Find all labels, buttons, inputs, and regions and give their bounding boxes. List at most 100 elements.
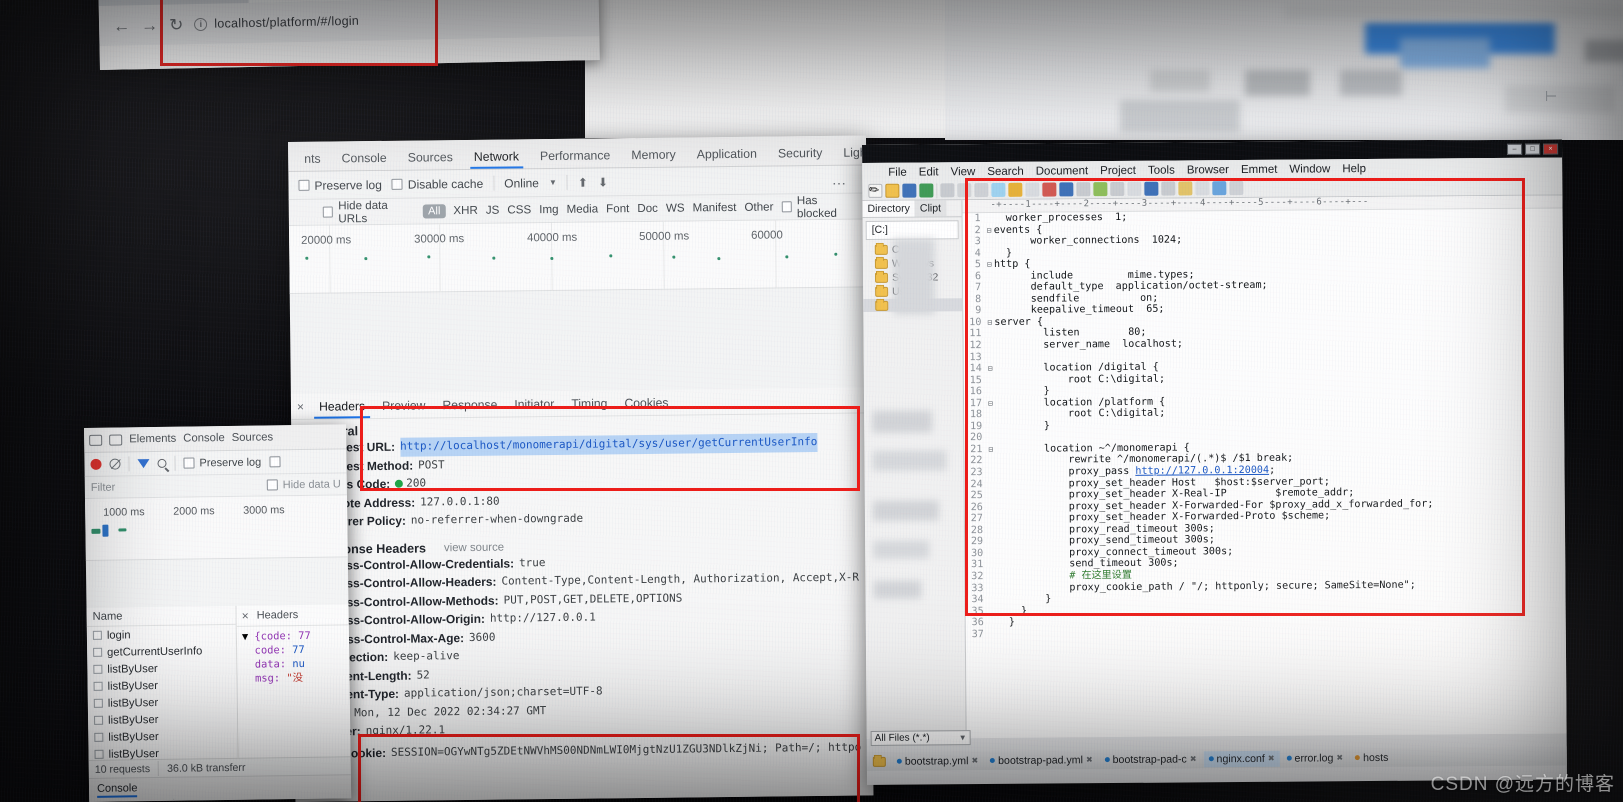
file-tab-bootstrap-yml[interactable]: bootstrap.yml ✖	[892, 753, 983, 770]
open-file-icon[interactable]	[885, 183, 900, 198]
drive-selector[interactable]: [C:]	[865, 220, 959, 240]
tab-headers[interactable]: Headers	[257, 609, 299, 622]
download-arrow-icon[interactable]: ⬇	[598, 175, 608, 189]
file-filter-dropdown[interactable]: All Files (*.*) ▼	[870, 730, 971, 746]
tab-application[interactable]: Application	[687, 141, 767, 167]
menu-view[interactable]: View	[951, 166, 976, 178]
tab-performance[interactable]: Performance	[530, 142, 621, 168]
devtools2-timeline[interactable]: 1000 ms 2000 ms 3000 ms	[84, 495, 348, 561]
list-item[interactable]: listByUser	[88, 693, 237, 712]
tab-elements[interactable]: Elements	[129, 433, 176, 446]
close-icon[interactable]: ✖	[1268, 754, 1275, 763]
menu-edit[interactable]: Edit	[919, 166, 939, 178]
tab-console[interactable]: Console	[183, 432, 225, 445]
tab-console-drawer[interactable]: Console	[89, 779, 146, 798]
tab-sources[interactable]: Sources	[398, 144, 463, 170]
preserve-log-checkbox[interactable]: Preserve log	[183, 456, 261, 469]
close-icon[interactable]: ✖	[971, 756, 978, 765]
close-icon[interactable]: ✖	[1190, 754, 1197, 763]
fold-toggle-icon[interactable]: ⊟	[985, 259, 994, 271]
maximize-button[interactable]: □	[1525, 143, 1541, 155]
tab-directory[interactable]: Directory	[862, 200, 915, 217]
overflow-menu-icon[interactable]: ⋯	[832, 175, 848, 192]
zoom-out-icon[interactable]	[1110, 181, 1125, 197]
tab-elements[interactable]: nts	[294, 146, 331, 171]
macro-play-icon[interactable]	[1195, 181, 1210, 196]
view-source-link[interactable]: view source	[444, 541, 504, 554]
list-item[interactable]: listByUser	[87, 659, 236, 678]
indent-guide-icon[interactable]	[1161, 181, 1176, 196]
list-item[interactable]: getCurrentUserInfo	[87, 642, 236, 661]
code-editor[interactable]: -+----1----+----2----+----3----+----4---…	[962, 195, 1567, 739]
disable-cache-checkbox[interactable]	[269, 456, 281, 468]
list-item[interactable]: listByUser	[87, 676, 236, 695]
all-chars-icon[interactable]	[1144, 181, 1159, 196]
filter-other[interactable]: Other	[744, 200, 773, 213]
menu-browser[interactable]: Browser	[1187, 164, 1229, 176]
code-content[interactable]: 1 worker_processes 1; 2 ⊟ events {3 worker_…	[963, 209, 1566, 641]
address-bar[interactable]: i localhost/platform/#/login	[194, 9, 585, 31]
close-doc-icon[interactable]	[1042, 182, 1057, 197]
file-tab-bootstrap-pad-yml[interactable]: bootstrap-pad.yml ✖	[985, 752, 1098, 769]
chevron-down-icon[interactable]: ▼	[549, 178, 557, 187]
file-tab-error-log[interactable]: error.log ✖	[1281, 750, 1348, 767]
tab-headers[interactable]: Headers	[317, 394, 367, 418]
close-icon[interactable]: ✖	[1336, 753, 1343, 762]
preserve-log-checkbox[interactable]: Preserve log	[298, 177, 382, 192]
inspect-cursor-icon[interactable]	[89, 434, 103, 446]
fold-toggle-icon[interactable]: ⊟	[985, 317, 994, 329]
list-item[interactable]: listByUser	[88, 727, 237, 746]
close-icon[interactable]: ×	[242, 609, 249, 623]
filter-font[interactable]: Font	[606, 202, 629, 215]
tab-preview[interactable]: Preview	[380, 393, 428, 417]
back-arrow-icon[interactable]: ←	[113, 16, 130, 35]
filter-all[interactable]: All	[423, 203, 446, 218]
filter-xhr[interactable]: XHR	[453, 204, 478, 217]
tab-clipboard[interactable]: Clipt	[914, 200, 947, 217]
sync-scroll-icon[interactable]	[1212, 181, 1227, 196]
filter-ws[interactable]: WS	[666, 202, 685, 215]
network-overview-timeline[interactable]: 20000 ms 30000 ms 40000 ms 50000 ms 6000…	[288, 219, 868, 294]
menu-tools[interactable]: Tools	[1148, 164, 1175, 176]
clear-network-icon[interactable]	[109, 458, 121, 470]
minimize-button[interactable]: –	[1507, 143, 1523, 155]
has-blocked-checkbox[interactable]: Has blocked	[781, 193, 857, 220]
redo-icon[interactable]	[1025, 182, 1040, 197]
menu-help[interactable]: Help	[1342, 163, 1366, 175]
filter-js[interactable]: JS	[486, 204, 500, 217]
tab-security[interactable]: Security	[768, 140, 833, 166]
throttling-selector[interactable]: Online	[504, 176, 539, 190]
fold-toggle-icon[interactable]: ⊟	[986, 444, 995, 456]
list-item[interactable]: login	[87, 625, 236, 644]
tab-memory[interactable]: Memory	[621, 141, 686, 167]
menu-search[interactable]: Search	[987, 165, 1024, 177]
forward-arrow-icon[interactable]: →	[141, 15, 158, 34]
disable-cache-checkbox[interactable]: Disable cache	[391, 176, 483, 191]
file-tab-bootstrap-pad-c[interactable]: bootstrap-pad-c ✖	[1100, 751, 1202, 768]
find-icon[interactable]	[1059, 182, 1074, 197]
info-circle-icon[interactable]: i	[194, 17, 208, 31]
menu-project[interactable]: Project	[1100, 164, 1136, 176]
close-button[interactable]: ×	[1543, 143, 1559, 155]
paste-icon[interactable]	[991, 182, 1006, 197]
file-tab-hosts[interactable]: hosts	[1350, 749, 1393, 765]
save-all-icon[interactable]	[919, 183, 934, 198]
list-item[interactable]: listByUser	[88, 710, 237, 729]
tab-timing[interactable]: Timing	[569, 391, 609, 414]
file-tab-nginx-conf[interactable]: nginx.conf ✖	[1203, 750, 1280, 767]
hide-data-urls-checkbox[interactable]: Hide data U	[266, 478, 341, 491]
menu-document[interactable]: Document	[1036, 165, 1089, 177]
record-stop-icon[interactable]	[90, 458, 102, 470]
zoom-in-icon[interactable]	[1093, 182, 1108, 197]
copy-icon[interactable]	[974, 183, 989, 198]
macro-record-icon[interactable]	[1178, 181, 1193, 196]
cut-icon[interactable]	[957, 183, 972, 198]
undo-icon[interactable]	[1008, 182, 1023, 197]
proxy-pass-url[interactable]: http://127.0.0.1:20004	[1135, 465, 1269, 477]
tab-cookies[interactable]: Cookies	[622, 391, 670, 415]
menu-emmet[interactable]: Emmet	[1241, 163, 1278, 175]
device-toolbar-icon[interactable]	[109, 433, 123, 446]
tab-response[interactable]: Response	[440, 393, 499, 417]
replace-icon[interactable]	[1076, 182, 1091, 197]
word-wrap-icon[interactable]	[1127, 181, 1142, 196]
